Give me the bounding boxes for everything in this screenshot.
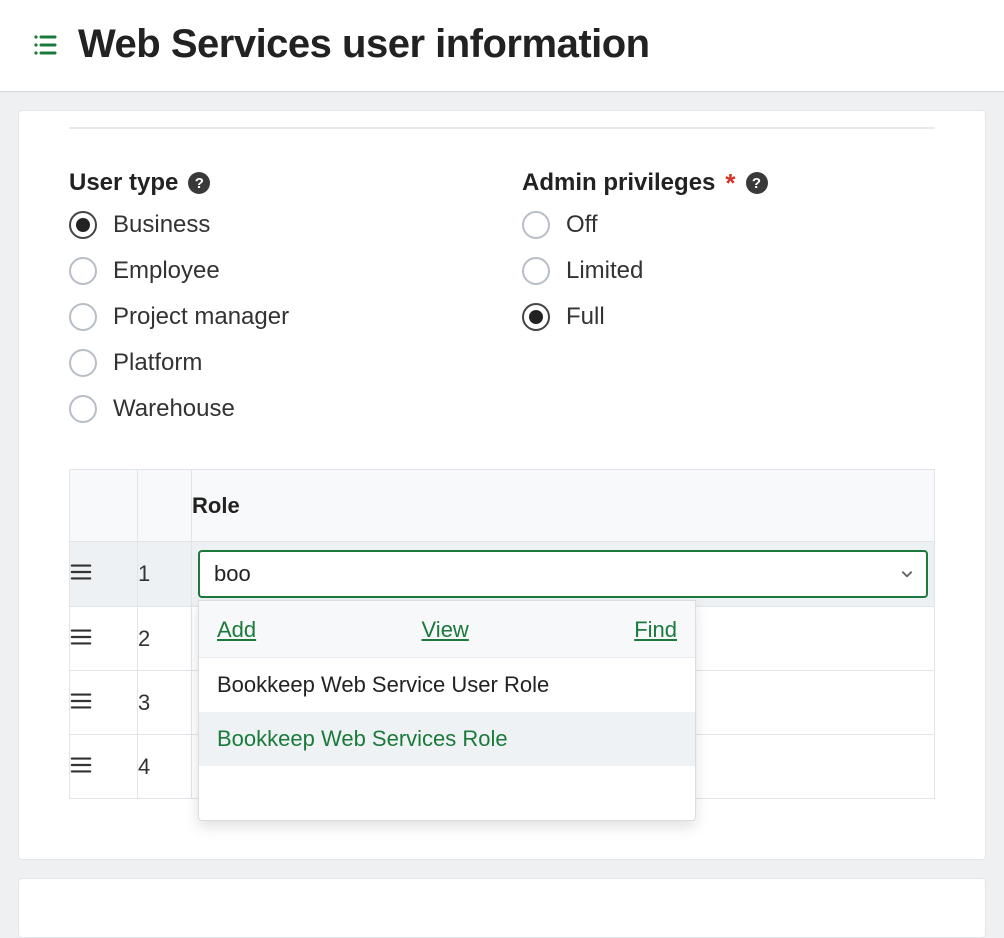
user-info-card: User type ? Business Employee Project ma… xyxy=(18,110,986,860)
drag-icon xyxy=(70,754,92,772)
help-icon[interactable]: ? xyxy=(188,172,210,194)
radio-indicator xyxy=(69,303,97,331)
radio-user-type-platform[interactable]: Platform xyxy=(69,349,482,377)
user-type-label: User type ? xyxy=(69,169,482,197)
column-header-role: Role xyxy=(192,470,935,542)
radio-label: Full xyxy=(566,303,605,331)
user-type-label-text: User type xyxy=(69,169,178,197)
view-link[interactable]: View xyxy=(422,617,469,643)
radio-label: Project manager xyxy=(113,303,289,331)
row-number: 2 xyxy=(138,607,192,671)
radio-indicator xyxy=(522,211,550,239)
radio-admin-full[interactable]: Full xyxy=(522,303,935,331)
dropdown-action-bar: Add View Find xyxy=(199,601,695,658)
radio-admin-off[interactable]: Off xyxy=(522,211,935,239)
radio-indicator xyxy=(522,257,550,285)
radio-user-type-employee[interactable]: Employee xyxy=(69,257,482,285)
dropdown-item[interactable]: Bookkeep Web Service User Role xyxy=(199,658,695,712)
radio-user-type-warehouse[interactable]: Warehouse xyxy=(69,395,482,423)
radio-indicator xyxy=(69,395,97,423)
user-type-group: User type ? Business Employee Project ma… xyxy=(69,169,482,423)
required-asterisk: * xyxy=(725,170,735,196)
radio-user-type-project-manager[interactable]: Project manager xyxy=(69,303,482,331)
add-link[interactable]: Add xyxy=(217,617,256,643)
dropdown-empty-space xyxy=(199,766,695,820)
radio-label: Employee xyxy=(113,257,220,285)
radio-label: Off xyxy=(566,211,598,239)
drag-handle[interactable] xyxy=(70,607,138,671)
radio-label: Platform xyxy=(113,349,202,377)
dropdown-item[interactable]: Bookkeep Web Services Role xyxy=(199,712,695,766)
drag-icon xyxy=(70,690,92,708)
radio-label: Business xyxy=(113,211,210,239)
page-title: Web Services user information xyxy=(78,22,650,67)
admin-privileges-label-text: Admin privileges xyxy=(522,169,715,197)
radio-user-type-business[interactable]: Business xyxy=(69,211,482,239)
radio-indicator xyxy=(69,349,97,377)
help-icon[interactable]: ? xyxy=(746,172,768,194)
radio-indicator xyxy=(69,211,97,239)
radio-admin-limited[interactable]: Limited xyxy=(522,257,935,285)
list-menu-icon[interactable] xyxy=(32,33,58,57)
radio-indicator xyxy=(69,257,97,285)
column-header-number xyxy=(138,470,192,542)
drag-handle[interactable] xyxy=(70,542,138,607)
row-number: 4 xyxy=(138,735,192,799)
radio-label: Limited xyxy=(566,257,643,285)
role-cell[interactable]: Add View Find Bookkeep Web Service User … xyxy=(192,542,935,607)
page-header: Web Services user information xyxy=(0,0,1004,92)
drag-handle[interactable] xyxy=(70,735,138,799)
row-number: 3 xyxy=(138,671,192,735)
row-number: 1 xyxy=(138,542,192,607)
divider xyxy=(69,127,935,129)
column-header-drag xyxy=(70,470,138,542)
admin-privileges-label: Admin privileges * ? xyxy=(522,169,935,197)
drag-icon xyxy=(70,561,92,579)
chevron-down-icon[interactable] xyxy=(900,561,914,587)
next-card-peek xyxy=(18,878,986,938)
find-link[interactable]: Find xyxy=(634,617,677,643)
radio-label: Warehouse xyxy=(113,395,235,423)
drag-handle[interactable] xyxy=(70,671,138,735)
role-input[interactable] xyxy=(212,560,900,588)
roles-table: Role 1 xyxy=(69,469,935,799)
role-combobox[interactable] xyxy=(198,550,928,598)
radio-indicator xyxy=(522,303,550,331)
admin-privileges-group: Admin privileges * ? Off Limited Full xyxy=(522,169,935,423)
role-dropdown: Add View Find Bookkeep Web Service User … xyxy=(198,600,696,821)
drag-icon xyxy=(70,626,92,644)
table-row[interactable]: 1 Add xyxy=(70,542,935,607)
